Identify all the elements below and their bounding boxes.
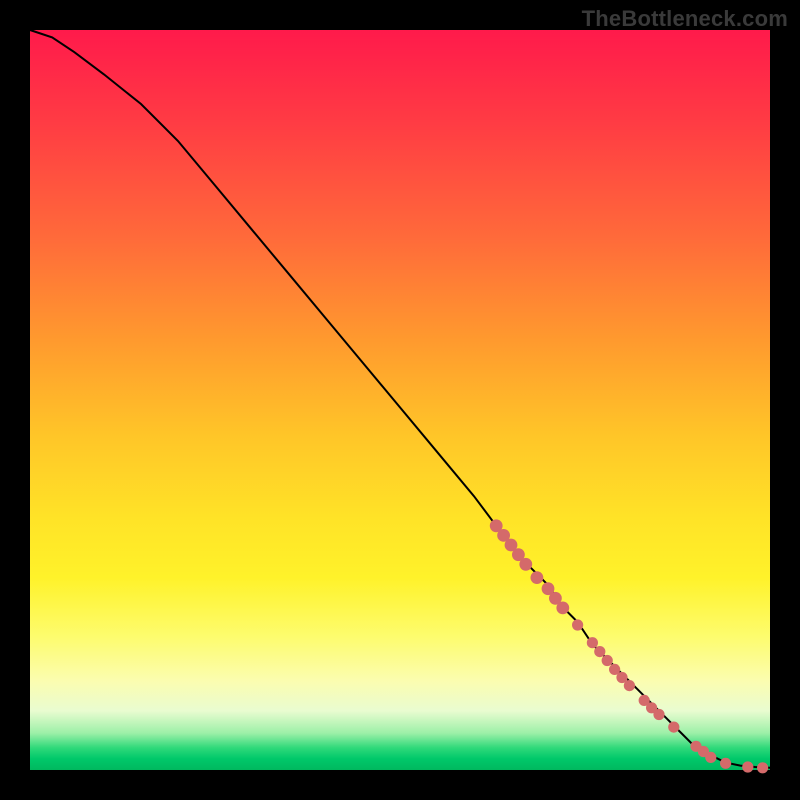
data-point-marker	[594, 646, 605, 657]
data-point-marker	[742, 761, 753, 772]
marker-group	[490, 519, 768, 773]
data-point-marker	[705, 752, 716, 763]
curve-svg	[30, 30, 770, 770]
data-point-marker	[531, 571, 544, 584]
data-point-marker	[624, 680, 635, 691]
bottleneck-curve	[30, 30, 770, 768]
data-point-marker	[556, 602, 569, 615]
chart-frame: TheBottleneck.com	[0, 0, 800, 800]
data-point-marker	[602, 655, 613, 666]
data-point-marker	[587, 637, 598, 648]
watermark-text: TheBottleneck.com	[582, 6, 788, 32]
data-point-marker	[668, 722, 679, 733]
data-point-marker	[720, 758, 731, 769]
plot-area	[30, 30, 770, 770]
data-point-marker	[519, 558, 532, 571]
data-point-marker	[757, 762, 768, 773]
data-point-marker	[572, 619, 583, 630]
data-point-marker	[653, 709, 664, 720]
